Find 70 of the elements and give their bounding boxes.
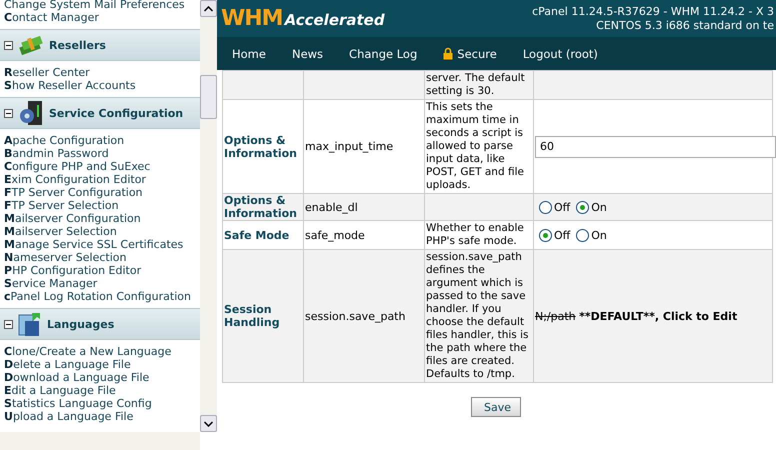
logo-subtitle: Accelerated <box>284 11 385 29</box>
scroll-down-button[interactable] <box>200 415 217 432</box>
category-label: Safe Mode <box>224 228 290 242</box>
category-label: Session Handling <box>224 303 280 329</box>
nav-link[interactable]: Change Log <box>349 46 418 60</box>
nav-link[interactable]: News <box>292 46 324 60</box>
description-text: server. The default setting is 30. <box>426 72 525 97</box>
scroll-up-button[interactable] <box>200 0 217 17</box>
collapse-icon[interactable] <box>4 320 13 328</box>
radio-button[interactable] <box>539 228 552 242</box>
description-text: session.save_path defines the argument which is passed to the save handler. If you choose the default files handler, this is the path where the files are created. Defaults to /tmp. <box>426 251 528 380</box>
sidebar-link[interactable]: Manage Service SSL Certificates <box>4 238 196 251</box>
server-icon <box>18 100 44 126</box>
collapse-icon[interactable] <box>4 40 13 50</box>
sidebar-link[interactable]: Clone/Create a New Language <box>4 345 196 358</box>
sidebar-link[interactable]: Contact Manager <box>4 11 196 24</box>
nav-link[interactable]: Secure <box>457 46 497 60</box>
logo-text: WHM <box>221 6 283 31</box>
money-icon <box>18 34 44 56</box>
section-header[interactable]: Resellers <box>0 29 200 61</box>
sidebar-link[interactable]: Bandmin Password <box>4 147 196 160</box>
directive-name: session.save_path <box>305 310 406 322</box>
sidebar-link[interactable]: FTP Server Configuration <box>4 186 196 199</box>
vertical-scrollbar[interactable] <box>200 0 217 432</box>
category-label: Options & Information <box>224 134 297 160</box>
radio-button[interactable] <box>576 228 590 242</box>
section-header[interactable]: Service Configuration <box>0 97 200 129</box>
sidebar-link[interactable]: Statistics Language Config <box>4 397 196 410</box>
directive-name: enable_dl <box>305 200 358 214</box>
sidebar-link[interactable]: Change System Mail Preferences <box>4 0 196 11</box>
directive-name: max_input_time <box>305 140 394 153</box>
sidebar-link[interactable]: Download a Language File <box>4 371 196 384</box>
sidebar-link[interactable]: PHP Configuration Editor <box>4 264 196 277</box>
sidebar-link[interactable]: Show Reseller Accounts <box>4 79 196 92</box>
category-label: Options & Information <box>224 194 297 220</box>
sidebar-link[interactable]: Mailserver Selection <box>4 225 196 238</box>
sidebar-link[interactable]: Exim Configuration Editor <box>4 173 196 186</box>
sidebar-link[interactable]: Mailserver Configuration <box>4 212 196 225</box>
sidebar-link[interactable]: FTP Server Selection <box>4 199 196 212</box>
version-text: cPanel 11.24.5-R37629 - WHM 11.24.2 - X 3 <box>532 4 774 18</box>
lock-icon <box>443 47 454 60</box>
radio-label[interactable]: On <box>591 228 607 242</box>
description-text: Whether to enable PHP's safe mode. <box>426 222 524 247</box>
sidebar-link[interactable]: Upload a Language File <box>4 410 196 423</box>
sidebar-link[interactable]: Service Manager <box>4 277 196 290</box>
value-input[interactable]: 60 <box>535 136 776 158</box>
edit-link[interactable]: N;/path **DEFAULT**, Click to Edit <box>535 310 738 322</box>
save-button[interactable]: Save <box>471 397 521 417</box>
sidebar-link[interactable]: cPanel Log Rotation Configuration <box>4 290 196 303</box>
radio-label[interactable]: Off <box>554 228 570 242</box>
sidebar-link[interactable]: Reseller Center <box>4 66 196 79</box>
directive-name: safe_mode <box>305 228 365 242</box>
sidebar-link[interactable]: Nameserver Selection <box>4 251 196 264</box>
sidebar-link[interactable]: Delete a Language File <box>4 358 196 371</box>
collapse-icon[interactable] <box>4 108 13 118</box>
language-icon <box>18 311 42 337</box>
os-text: CENTOS 5.3 i686 standard on te <box>596 18 774 32</box>
sidebar-link[interactable]: Configure PHP and SuExec <box>4 160 196 173</box>
radio-label[interactable]: On <box>591 200 607 214</box>
scrollbar-thumb[interactable] <box>200 75 217 119</box>
section-header[interactable]: Languages <box>0 308 200 340</box>
sidebar-link[interactable]: Apache Configuration <box>4 134 196 147</box>
sidebar-link[interactable]: Edit a Language File <box>4 384 196 397</box>
nav-link[interactable]: Logout (root) <box>522 46 598 60</box>
radio-button[interactable] <box>539 200 552 214</box>
nav-link[interactable]: Home <box>232 46 266 60</box>
description-text: This sets the maximum time in seconds a script is allowed to parse input data, like POST, GET and file uploads. <box>426 101 524 191</box>
horizontal-scrollbar[interactable] <box>0 432 200 450</box>
radio-button[interactable] <box>576 200 590 214</box>
radio-label[interactable]: Off <box>554 200 570 214</box>
